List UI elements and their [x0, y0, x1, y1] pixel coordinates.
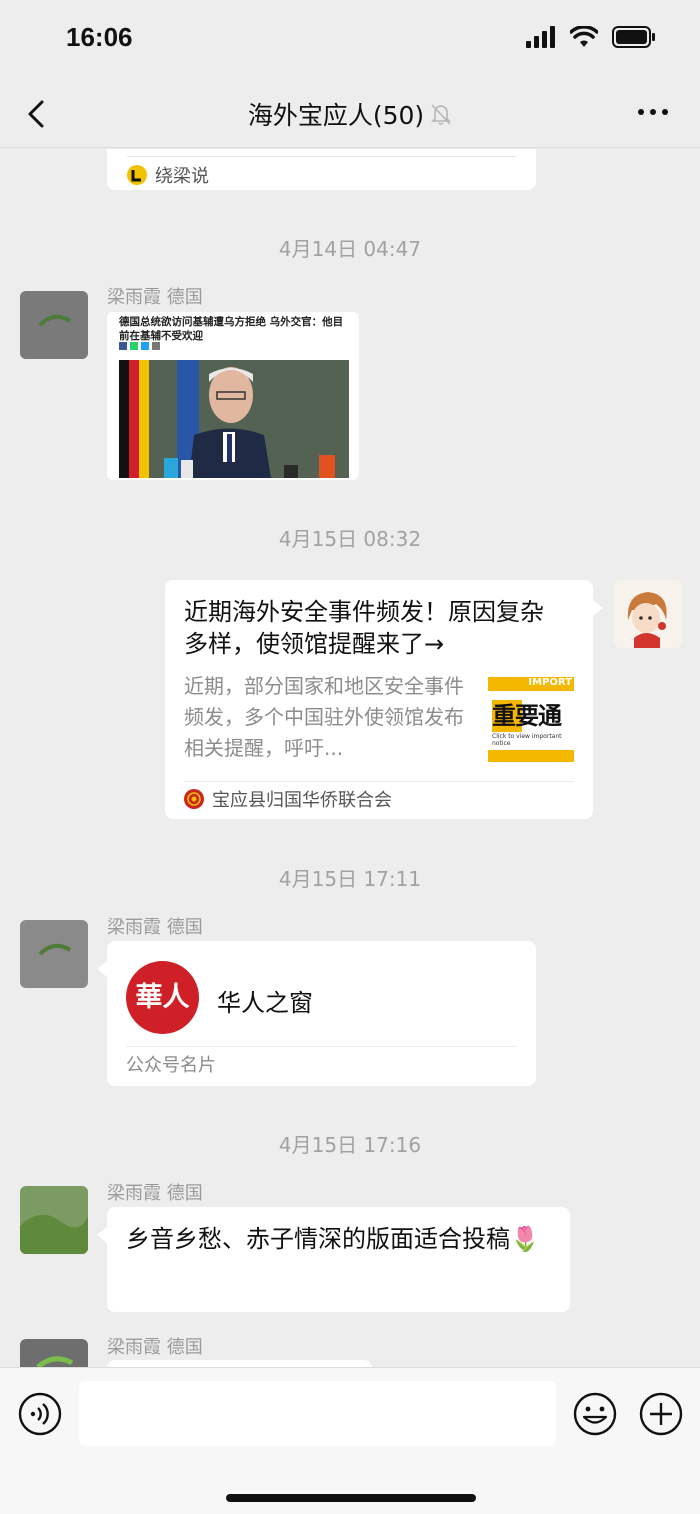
- sender-name: 梁雨霞 德国: [107, 1337, 203, 1358]
- image-message[interactable]: 德国总统欲访问基辅遭乌方拒绝 乌外交官：他目前在基辅不受欢迎: [107, 312, 359, 480]
- voice-icon[interactable]: [18, 1392, 62, 1436]
- chat-header: 海外宝应人(50): [0, 80, 700, 148]
- article-title: 近期海外安全事件频发！原因复杂多样，使领馆提醒来了→: [184, 598, 544, 658]
- divider: [184, 781, 574, 782]
- status-icons: [526, 26, 656, 48]
- wifi-icon: [570, 26, 598, 47]
- emoji-icon[interactable]: [573, 1392, 617, 1436]
- avatar[interactable]: [20, 920, 88, 988]
- article-description: 近期，部分国家和地区安全事件频发，多个中国驻外使领馆发布相关提醒，呼吁...: [184, 674, 464, 760]
- divider: [127, 156, 516, 157]
- article-source: 绕梁说: [155, 166, 209, 187]
- sender-name: 梁雨霞 德国: [107, 1183, 203, 1204]
- account-logo: 華人: [126, 961, 199, 1034]
- timestamp: 4月15日 17:16: [278, 1133, 422, 1157]
- avatar[interactable]: [20, 1186, 88, 1254]
- official-account-card[interactable]: 華人 华人之窗 公众号名片: [107, 941, 536, 1086]
- account-name: 华人之窗: [217, 989, 313, 1017]
- divider: [126, 1046, 517, 1047]
- source-logo-icon: [127, 165, 147, 185]
- source-logo-icon: [184, 789, 204, 809]
- message-text: 乡音乡愁、赤子情深的版面适合投稿🌷: [126, 1225, 540, 1253]
- timestamp: 4月15日 08:32: [278, 527, 422, 551]
- input-bar: [0, 1367, 700, 1514]
- sender-name: 梁雨霞 德国: [107, 287, 203, 308]
- article-source: 宝应县归国华侨联合会: [212, 790, 392, 811]
- signal-icon: [526, 26, 555, 48]
- card-type-label: 公众号名片: [126, 1055, 216, 1076]
- home-indicator: [226, 1494, 476, 1502]
- article-thumbnail: IMPORT 重要通 Click to view important notic…: [488, 677, 574, 762]
- mute-bell-icon: [431, 104, 452, 125]
- status-bar: 16:06: [0, 0, 700, 80]
- chat-messages[interactable]: 绕梁说 4月14日 04:47 梁雨霞 德国 德国总统欲访问基辅遭乌方拒绝 乌外…: [0, 149, 700, 1367]
- status-time: 16:06: [66, 22, 133, 52]
- timestamp: 4月15日 17:11: [278, 867, 422, 891]
- thumb-top-text: IMPORT: [488, 677, 574, 691]
- more-icon[interactable]: [636, 102, 670, 122]
- article-card-prev[interactable]: 绕梁说: [107, 149, 536, 190]
- chat-title: 海外宝应人(50): [247, 101, 425, 130]
- text-message[interactable]: 乡音乡愁、赤子情深的版面适合投稿🌷: [107, 1207, 570, 1312]
- my-avatar[interactable]: [614, 580, 682, 648]
- message-bubble[interactable]: [107, 1360, 372, 1367]
- news-photo: [119, 360, 349, 478]
- article-card[interactable]: 近期海外安全事件频发！原因复杂多样，使领馆提醒来了→ 近期，部分国家和地区安全事…: [165, 580, 593, 819]
- sender-name: 梁雨霞 德国: [107, 917, 203, 938]
- battery-icon: [612, 26, 655, 48]
- thumb-big-text: 重要通: [492, 702, 562, 730]
- message-input[interactable]: [79, 1381, 556, 1446]
- image-headline: 德国总统欲访问基辅遭乌方拒绝 乌外交官：他目前在基辅不受欢迎: [119, 316, 344, 342]
- avatar[interactable]: [20, 291, 88, 359]
- thumb-note-text: Click to view important notice: [492, 733, 562, 747]
- timestamp: 4月14日 04:47: [278, 237, 422, 261]
- share-icons: [119, 342, 160, 350]
- plus-icon[interactable]: [639, 1392, 683, 1436]
- avatar[interactable]: [20, 1339, 88, 1367]
